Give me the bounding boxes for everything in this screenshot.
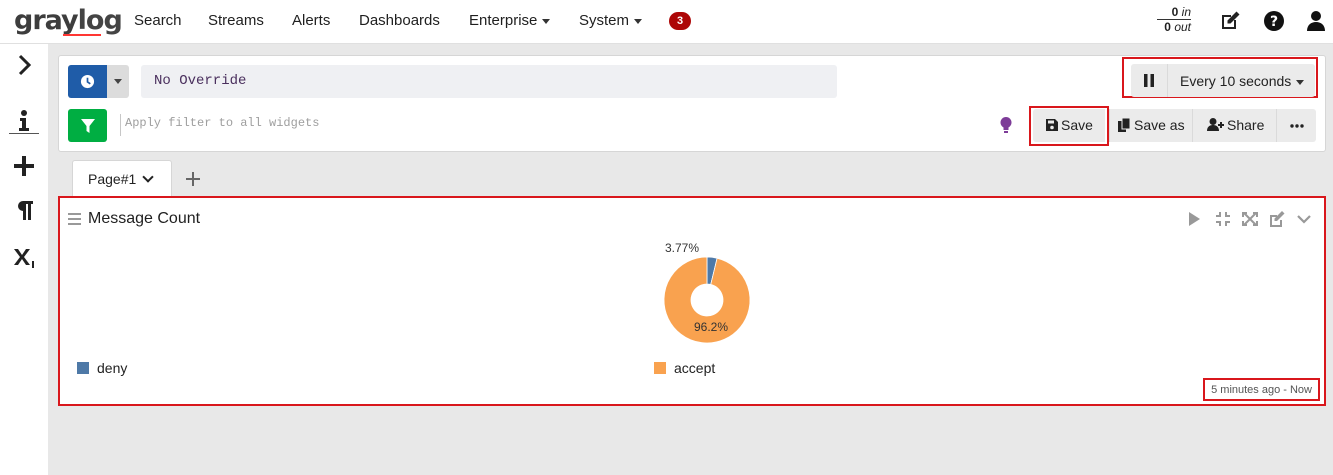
legend-item-deny[interactable]: deny xyxy=(77,360,127,376)
legend-swatch-accept xyxy=(654,362,666,374)
compress-icon[interactable] xyxy=(1216,212,1230,226)
edit-widget-icon[interactable] xyxy=(1270,211,1285,227)
left-sidebar xyxy=(0,44,48,475)
graylog-logo[interactable]: graylog xyxy=(14,5,123,36)
throughput-in-value: 0 xyxy=(1171,5,1179,19)
tab-page-1[interactable]: Page#1 xyxy=(72,160,172,196)
user-icon[interactable] xyxy=(1304,9,1328,33)
throughput-in-label: in xyxy=(1181,5,1191,19)
subscript-icon[interactable] xyxy=(12,245,36,269)
throughput-out-label: out xyxy=(1174,20,1191,34)
logo-text-a: gray xyxy=(14,5,79,36)
save-button-highlight xyxy=(1029,106,1109,146)
plus-icon xyxy=(186,172,200,186)
more-actions-button[interactable] xyxy=(1276,109,1316,142)
save-as-label: Save as xyxy=(1134,117,1185,133)
time-override-display[interactable]: No Override xyxy=(141,65,837,98)
info-icon[interactable] xyxy=(12,109,36,133)
sidebar-divider xyxy=(9,133,39,134)
legend-label-accept: accept xyxy=(674,360,716,376)
drag-handle-icon[interactable] xyxy=(68,213,81,225)
play-icon[interactable] xyxy=(1189,212,1200,226)
legend-label-deny: deny xyxy=(97,360,128,376)
nav-dashboards[interactable]: Dashboards xyxy=(359,12,440,29)
nav-enterprise-label: Enterprise xyxy=(469,12,538,29)
logo-accent xyxy=(63,34,101,36)
refresh-interval-label: Every 10 seconds xyxy=(1180,73,1292,89)
plus-icon[interactable] xyxy=(12,154,36,178)
logo-text-b: log xyxy=(77,5,123,36)
expand-icon[interactable] xyxy=(1242,212,1258,226)
chevron-down-icon[interactable] xyxy=(1297,215,1311,224)
top-navbar: graylog Search Streams Alerts Dashboards… xyxy=(0,0,1333,44)
clock-icon xyxy=(80,74,95,89)
filter-icon xyxy=(81,119,95,133)
add-page-button[interactable] xyxy=(186,166,200,192)
throughput-out-value: 0 xyxy=(1164,20,1171,34)
nav-system[interactable]: System xyxy=(579,12,643,29)
help-icon[interactable]: ? xyxy=(1262,9,1286,33)
legend-swatch-deny xyxy=(77,362,89,374)
lightbulb-icon[interactable] xyxy=(998,116,1014,134)
legend-item-accept[interactable]: accept xyxy=(654,360,715,376)
chevron-right-icon[interactable] xyxy=(12,53,36,77)
refresh-interval-select[interactable]: Every 10 seconds xyxy=(1167,64,1315,97)
chevron-down-icon[interactable] xyxy=(142,171,154,183)
time-range-dropdown[interactable] xyxy=(107,65,129,98)
caret-down-icon xyxy=(1296,79,1305,85)
nav-enterprise[interactable]: Enterprise xyxy=(469,12,551,29)
throughput-out: 0 out xyxy=(1164,20,1191,34)
notification-badge[interactable]: 3 xyxy=(669,12,691,30)
widget-actions xyxy=(1189,211,1311,227)
nav-alerts[interactable]: Alerts xyxy=(292,12,330,29)
pause-refresh-button[interactable] xyxy=(1131,64,1167,97)
throughput-indicator[interactable]: 0 in 0 out xyxy=(1157,5,1191,34)
caret-down-icon xyxy=(634,18,643,24)
share-label: Share xyxy=(1227,117,1265,133)
add-user-icon xyxy=(1207,118,1224,131)
copy-icon xyxy=(1118,117,1131,132)
slice-label-accept: 96.2% xyxy=(694,320,729,334)
nav-system-label: System xyxy=(579,12,630,29)
tab-page-label: Page#1 xyxy=(88,171,137,187)
widget-title: Message Count xyxy=(88,210,201,227)
nav-search[interactable]: Search xyxy=(134,12,182,29)
time-range-button[interactable] xyxy=(68,65,107,98)
share-button[interactable]: Share xyxy=(1192,109,1276,142)
caret-down-icon xyxy=(542,18,551,24)
caret-down-icon xyxy=(114,79,122,84)
paragraph-icon[interactable] xyxy=(12,198,36,222)
ellipsis-icon xyxy=(1290,124,1304,128)
nav-streams[interactable]: Streams xyxy=(208,12,264,29)
edit-icon[interactable] xyxy=(1218,9,1242,33)
throughput-in: 0 in xyxy=(1157,5,1191,20)
widget-timerange: 5 minutes ago - Now xyxy=(1203,378,1320,401)
svg-text:?: ? xyxy=(1270,14,1278,30)
slice-label-deny: 3.77% xyxy=(665,241,700,255)
pause-icon xyxy=(1144,74,1154,87)
save-as-button[interactable]: Save as xyxy=(1109,109,1192,142)
filter-button[interactable] xyxy=(68,109,107,142)
widget-filter-input[interactable]: Apply filter to all widgets xyxy=(120,114,520,136)
